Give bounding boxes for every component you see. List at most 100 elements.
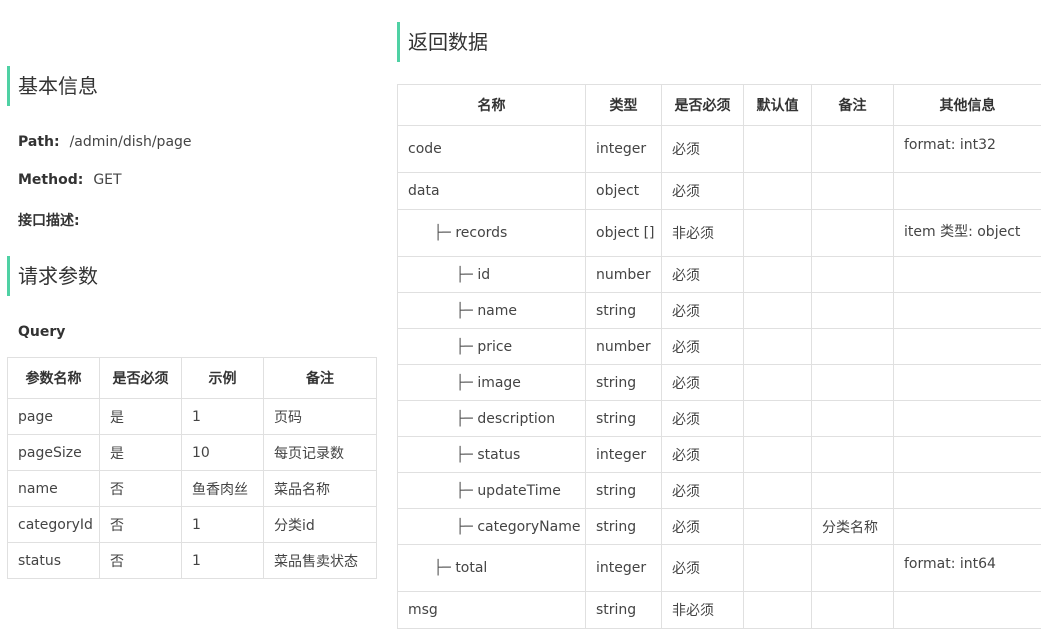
field-name-cell: msg [398,592,586,629]
table-row: ├─ namestring必须 [398,293,1041,329]
field-name-cell: ├─ name [398,293,586,329]
heading-accent-bar [397,22,400,62]
field-required-cell: 必须 [662,545,744,592]
tree-branch-icon: ├─ [456,519,477,535]
table-row: msgstring非必须 [398,592,1041,629]
field-default-cell [744,173,812,210]
field-default-cell [744,257,812,293]
field-required-cell: 必须 [662,473,744,509]
field-default-cell [744,126,812,173]
field-type-cell: object [] [586,210,662,257]
field-required-cell: 必须 [662,401,744,437]
table-row: ├─ updateTime string必须 [398,473,1041,509]
field-note-cell [812,173,894,210]
field-type-cell: object [586,173,662,210]
field-default-cell [744,365,812,401]
table-row: page是1页码 [8,399,377,435]
description-label: 接口描述: [18,213,80,229]
field-note-cell [812,329,894,365]
table-cell: categoryId [8,507,100,543]
tree-branch-icon: ├─ [456,303,477,319]
field-required-cell: 非必须 [662,210,744,257]
field-note-cell [812,126,894,173]
field-note-cell [812,210,894,257]
table-cell: 否 [100,471,182,507]
field-name-cell: ├─ categoryName [398,509,586,545]
table-cell: 10 [182,435,264,471]
field-type-cell: string [586,509,662,545]
field-name-text: image [477,375,521,391]
field-name-text: total [455,560,487,576]
column-header: 其他信息 [894,85,1041,126]
table-cell: 鱼香肉丝 [182,471,264,507]
tree-branch-icon: ├─ [456,267,477,283]
tree-branch-icon: ├─ [456,447,477,463]
response-table-body: codeinteger必须format: int32dataobject必须├─… [398,126,1041,629]
method-row: Method: GET [18,172,122,188]
table-cell: page [8,399,100,435]
field-type-cell: string [586,592,662,629]
field-note-cell [812,257,894,293]
table-row: ├─ categoryNamestring必须分类名称 [398,509,1041,545]
field-name: ├─ name [408,303,517,319]
tree-branch-icon: ├─ [434,560,455,576]
tree-branch-icon: ├─ [456,339,477,355]
field-name: data [408,183,440,199]
field-type-cell: string [586,293,662,329]
field-other-info-cell: format: int32 [894,126,1041,173]
heading-accent-bar [7,66,10,106]
field-note-cell: 分类名称 [812,509,894,545]
field-name: ├─ records [408,225,507,241]
field-type-cell: number [586,329,662,365]
field-name: ├─ price [408,339,512,355]
field-other-info-cell: item 类型: object [894,210,1041,257]
column-header: 备注 [812,85,894,126]
table-cell: 是 [100,435,182,471]
method-label: Method: [18,172,83,188]
field-other-info-cell [894,173,1041,210]
field-other-info-cell [894,365,1041,401]
field-name: ├─ updateTime [408,483,561,499]
table-row: ├─ imagestring必须 [398,365,1041,401]
path-label: Path: [18,134,60,150]
table-cell: 是 [100,399,182,435]
tree-branch-icon: ├─ [456,411,477,427]
tree-branch-icon: ├─ [434,225,455,241]
field-other-info-cell [894,509,1041,545]
field-name-text: updateTime [477,483,561,499]
field-other-info-cell [894,401,1041,437]
path-value: /admin/dish/page [70,134,192,150]
table-row: pageSize是10每页记录数 [8,435,377,471]
table-cell: 菜品名称 [264,471,377,507]
response-data-heading: 返回数据 [397,22,488,62]
field-default-cell [744,210,812,257]
field-default-cell [744,329,812,365]
field-name-cell: ├─ image [398,365,586,401]
heading-accent-bar [7,256,10,296]
table-header-row: 参数名称是否必须示例备注 [8,358,377,399]
field-type-cell: string [586,473,662,509]
table-cell: pageSize [8,435,100,471]
field-type-cell: string [586,365,662,401]
table-row: categoryId否1分类id [8,507,377,543]
field-name-cell: data [398,173,586,210]
table-cell: name [8,471,100,507]
field-name-text: id [477,267,490,283]
field-name-cell: ├─ records [398,210,586,257]
field-note-cell [812,592,894,629]
table-cell: 1 [182,543,264,579]
query-label: Query [18,324,65,340]
field-other-info-cell [894,257,1041,293]
table-cell: 分类id [264,507,377,543]
field-required-cell: 非必须 [662,592,744,629]
field-default-cell [744,473,812,509]
field-name: ├─ total [408,560,487,576]
field-name-cell: ├─ description [398,401,586,437]
query-params-table: 参数名称是否必须示例备注 page是1页码pageSize是10每页记录数nam… [7,357,377,579]
table-cell: 1 [182,507,264,543]
field-name: code [408,141,442,157]
method-value: GET [93,172,121,188]
field-default-cell [744,592,812,629]
request-params-heading: 请求参数 [7,256,98,296]
response-data-title: 返回数据 [408,30,488,54]
